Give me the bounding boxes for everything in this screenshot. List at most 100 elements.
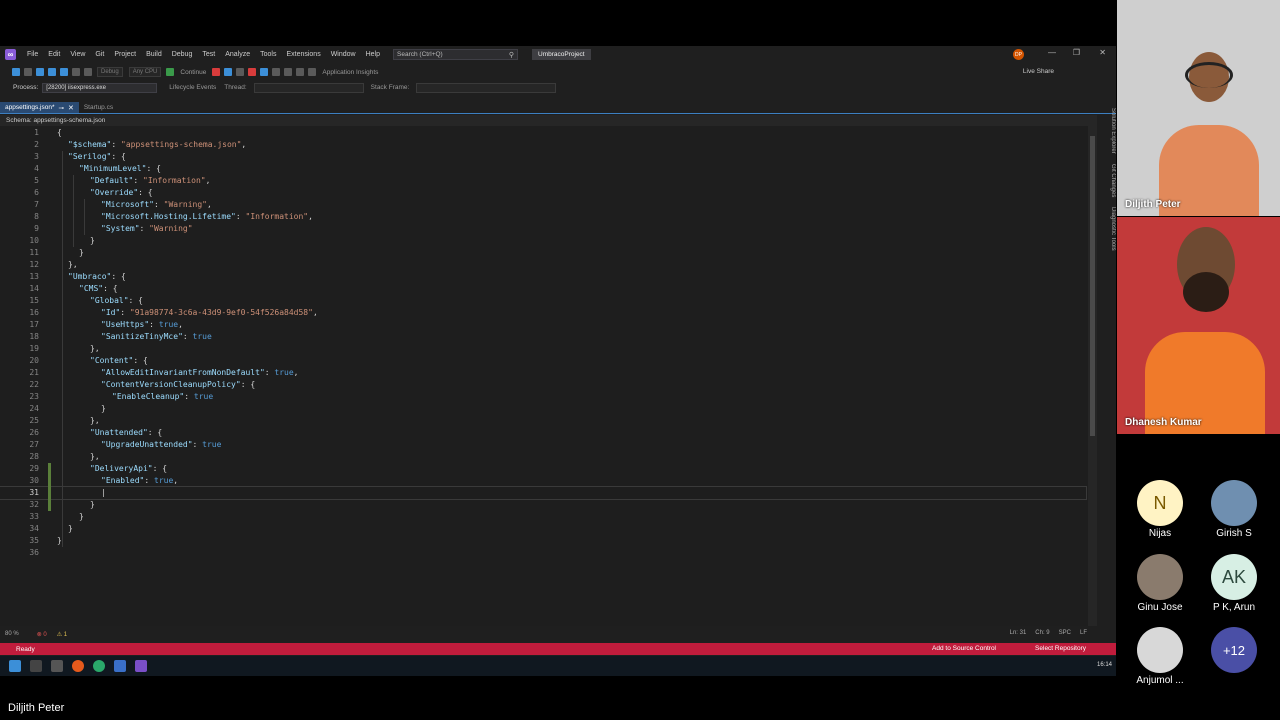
participant-anjumol[interactable]: Anjumol ... [1130, 627, 1190, 686]
code-line[interactable]: 1{ [0, 127, 1086, 139]
live-share-button[interactable]: Live Share [1023, 68, 1054, 75]
code-line[interactable]: 36 [0, 547, 1086, 559]
minimize-icon[interactable]: — [1048, 48, 1056, 57]
code-line[interactable]: 5 "Default": "Information", [0, 175, 1086, 187]
refresh-icon[interactable] [224, 68, 233, 76]
firefox-icon[interactable] [72, 660, 84, 672]
comment-icon[interactable] [296, 68, 305, 76]
continue-button[interactable]: Continue [180, 69, 206, 76]
vertical-scrollbar[interactable] [1088, 126, 1097, 626]
code-line[interactable]: 19}, [0, 343, 1086, 355]
participant-video-tile[interactable]: Diljith Peter [1117, 0, 1280, 216]
code-line[interactable]: 21 "AllowEditInvariantFromNonDefault": tr… [0, 367, 1086, 379]
thread-select[interactable] [253, 82, 364, 93]
menu-tools[interactable]: Tools [255, 51, 281, 58]
menu-build[interactable]: Build [141, 51, 167, 58]
indent-mode[interactable]: SPC [1059, 630, 1071, 636]
more-participants-button[interactable]: +12 [1211, 627, 1257, 673]
menu-project[interactable]: Project [109, 51, 141, 58]
menu-edit[interactable]: Edit [43, 51, 65, 58]
code-line[interactable]: 16 "Id": "91a98774-3c6a-43d9-9ef0-54f526a… [0, 307, 1086, 319]
code-line[interactable]: 3 "Serilog": { [0, 151, 1086, 163]
code-line[interactable]: 8 "Microsoft.Hosting.Lifetime": "Informat… [0, 211, 1086, 223]
configuration-select[interactable]: Debug [97, 67, 123, 77]
redo-icon[interactable] [84, 68, 92, 76]
hot-reload-icon[interactable] [212, 68, 221, 76]
code-line[interactable]: 18 "SanitizeTinyMce": true [0, 331, 1086, 343]
windows-start-icon[interactable] [9, 660, 21, 672]
line-ending[interactable]: LF [1080, 630, 1087, 636]
search-input[interactable]: Search (Ctrl+Q) ⚲ [393, 49, 519, 60]
menu-analyze[interactable]: Analyze [220, 51, 255, 58]
user-avatar[interactable]: DP [1013, 49, 1024, 60]
code-line[interactable]: 34} [0, 523, 1086, 535]
warning-count[interactable]: ⚠ 1 [57, 631, 67, 638]
code-line[interactable]: 9 "System": "Warning" [0, 223, 1086, 235]
menu-help[interactable]: Help [361, 51, 385, 58]
schema-navigation-bar[interactable]: Schema: appsettings-schema.json [0, 115, 1097, 126]
tab-startup[interactable]: Startup.cs [79, 102, 118, 113]
step-icon[interactable] [272, 68, 281, 76]
stop-icon[interactable] [248, 68, 257, 76]
close-icon[interactable]: ✕ [1099, 48, 1106, 57]
menu-debug[interactable]: Debug [167, 51, 198, 58]
participant-arun[interactable]: AK P K, Arun [1204, 554, 1264, 613]
code-line[interactable]: 33} [0, 511, 1086, 523]
app-icon[interactable] [114, 660, 126, 672]
error-count[interactable]: ⊗ 0 [37, 631, 47, 638]
continue-icon[interactable] [166, 68, 175, 76]
code-line[interactable]: 15 "Global": { [0, 295, 1086, 307]
zoom-level[interactable]: 80 % [5, 631, 19, 637]
forward-icon[interactable] [24, 68, 32, 76]
menu-git[interactable]: Git [90, 51, 109, 58]
code-line[interactable]: 27 "UpgradeUnattended": true [0, 439, 1086, 451]
back-icon[interactable] [12, 68, 20, 76]
save-icon[interactable] [48, 68, 56, 76]
maximize-icon[interactable]: ❐ [1073, 48, 1080, 57]
solution-explorer-tab[interactable]: Solution Explorer [1099, 108, 1116, 154]
restart-icon[interactable] [260, 68, 269, 76]
tab-appsettings[interactable]: appsettings.json* ⊸ ✕ [0, 102, 79, 113]
diagnostic-tools-tab[interactable]: Diagnostic Tools [1099, 207, 1116, 251]
platform-select[interactable]: Any CPU [128, 67, 162, 77]
code-line[interactable]: 13 "Umbraco": { [0, 271, 1086, 283]
code-line[interactable]: 2 "$schema": "appsettings-schema.json", [0, 139, 1086, 151]
code-line[interactable]: 20 "Content": { [0, 355, 1086, 367]
menu-window[interactable]: Window [326, 51, 361, 58]
save-all-icon[interactable] [60, 68, 68, 76]
code-line[interactable]: 4 "MinimumLevel": { [0, 163, 1086, 175]
pin-icon[interactable]: ⊸ [59, 104, 64, 112]
lifecycle-events-button[interactable]: Lifecycle Events [169, 84, 216, 91]
visual-studio-taskbar-icon[interactable] [135, 660, 147, 672]
search-taskbar-icon[interactable] [30, 660, 42, 672]
chrome-icon[interactable] [93, 660, 105, 672]
participant-ginu[interactable]: Ginu Jose [1130, 554, 1190, 613]
code-line[interactable]: 29 "DeliveryApi": { [0, 463, 1086, 475]
stack-frame-select[interactable] [416, 82, 557, 93]
code-line[interactable]: 17 "UseHttps": true, [0, 319, 1086, 331]
bookmark-icon[interactable] [308, 68, 317, 76]
code-line[interactable]: 22 "ContentVersionCleanupPolicy": { [0, 379, 1086, 391]
select-repository-button[interactable]: Select Repository [1035, 645, 1086, 652]
code-line[interactable]: 32} [0, 499, 1086, 511]
code-line[interactable]: 35} [0, 535, 1086, 547]
menu-file[interactable]: File [22, 51, 43, 58]
participant-nijas[interactable]: N Nijas [1130, 480, 1190, 539]
application-insights-button[interactable]: Application Insights [322, 69, 378, 76]
code-line[interactable]: 6 "Override": { [0, 187, 1086, 199]
code-editor[interactable]: 1{2 "$schema": "appsettings-schema.json",… [0, 126, 1088, 626]
code-line[interactable]: 11} [0, 247, 1086, 259]
close-tab-icon[interactable]: ✕ [68, 104, 74, 112]
code-line[interactable]: 10} [0, 235, 1086, 247]
breakpoint-icon[interactable] [284, 68, 293, 76]
code-line[interactable]: 31 | [0, 486, 1087, 500]
code-line[interactable]: 30 "Enabled": true, [0, 475, 1086, 487]
undo-icon[interactable] [72, 68, 80, 76]
participant-video-tile[interactable]: Dhanesh Kumar [1117, 217, 1280, 434]
git-changes-tab[interactable]: Git Changes [1099, 164, 1116, 197]
code-line[interactable]: 25}, [0, 415, 1086, 427]
menu-test[interactable]: Test [197, 51, 220, 58]
project-name-badge[interactable]: UmbracoProject [532, 49, 591, 60]
code-line[interactable]: 23 "EnableCleanup": true [0, 391, 1086, 403]
code-line[interactable]: 24} [0, 403, 1086, 415]
